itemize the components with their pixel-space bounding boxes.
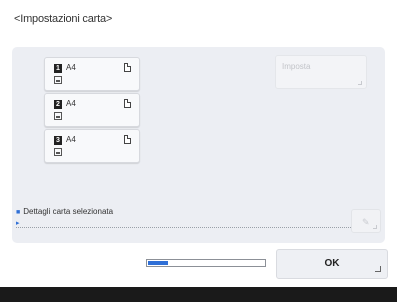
tray-number-2: 2 (54, 100, 62, 109)
progress-bar-fill (148, 261, 169, 265)
edit-paper-details-button[interactable]: ✎ (351, 209, 381, 233)
corner-arrow-icon (373, 225, 377, 229)
details-label-text: Dettagli carta selezionata (23, 207, 114, 216)
bullet-icon: ■ (16, 209, 21, 216)
pencil-icon: ✎ (362, 217, 370, 227)
ok-label: OK (324, 258, 340, 269)
ok-button[interactable]: OK (276, 249, 388, 279)
page-title: <Impostazioni carta> (14, 13, 113, 25)
selected-paper-details-value: ▸ (16, 220, 20, 227)
tray-number-3: 3 (54, 136, 62, 145)
tray-3-button[interactable]: 3 A4 (44, 129, 140, 163)
tray-size-1: A4 (66, 63, 76, 72)
tray-2-button[interactable]: 2 A4 (44, 93, 140, 127)
imposta-button[interactable]: Imposta (275, 55, 367, 89)
paper-settings-panel: 1 A4 2 A4 3 A4 Imposta ■ Dettagli carta s… (12, 47, 385, 243)
portrait-page-icon (124, 63, 131, 72)
tray-size-2: A4 (66, 99, 76, 108)
tray-size-3: A4 (66, 135, 76, 144)
imposta-label: Imposta (282, 62, 311, 71)
corner-arrow-icon (375, 266, 381, 272)
corner-arrow-icon (358, 81, 362, 85)
tray-1-button[interactable]: 1 A4 (44, 57, 140, 91)
selected-paper-details-label: ■ Dettagli carta selezionata (16, 207, 113, 216)
portrait-page-icon (124, 99, 131, 108)
divider (16, 227, 381, 228)
tray-number-1: 1 (54, 64, 62, 73)
portrait-page-icon (124, 135, 131, 144)
plain-paper-icon (54, 76, 62, 84)
plain-paper-icon (54, 112, 62, 120)
progress-bar (146, 259, 266, 267)
plain-paper-icon (54, 148, 62, 156)
status-bar (0, 287, 397, 302)
